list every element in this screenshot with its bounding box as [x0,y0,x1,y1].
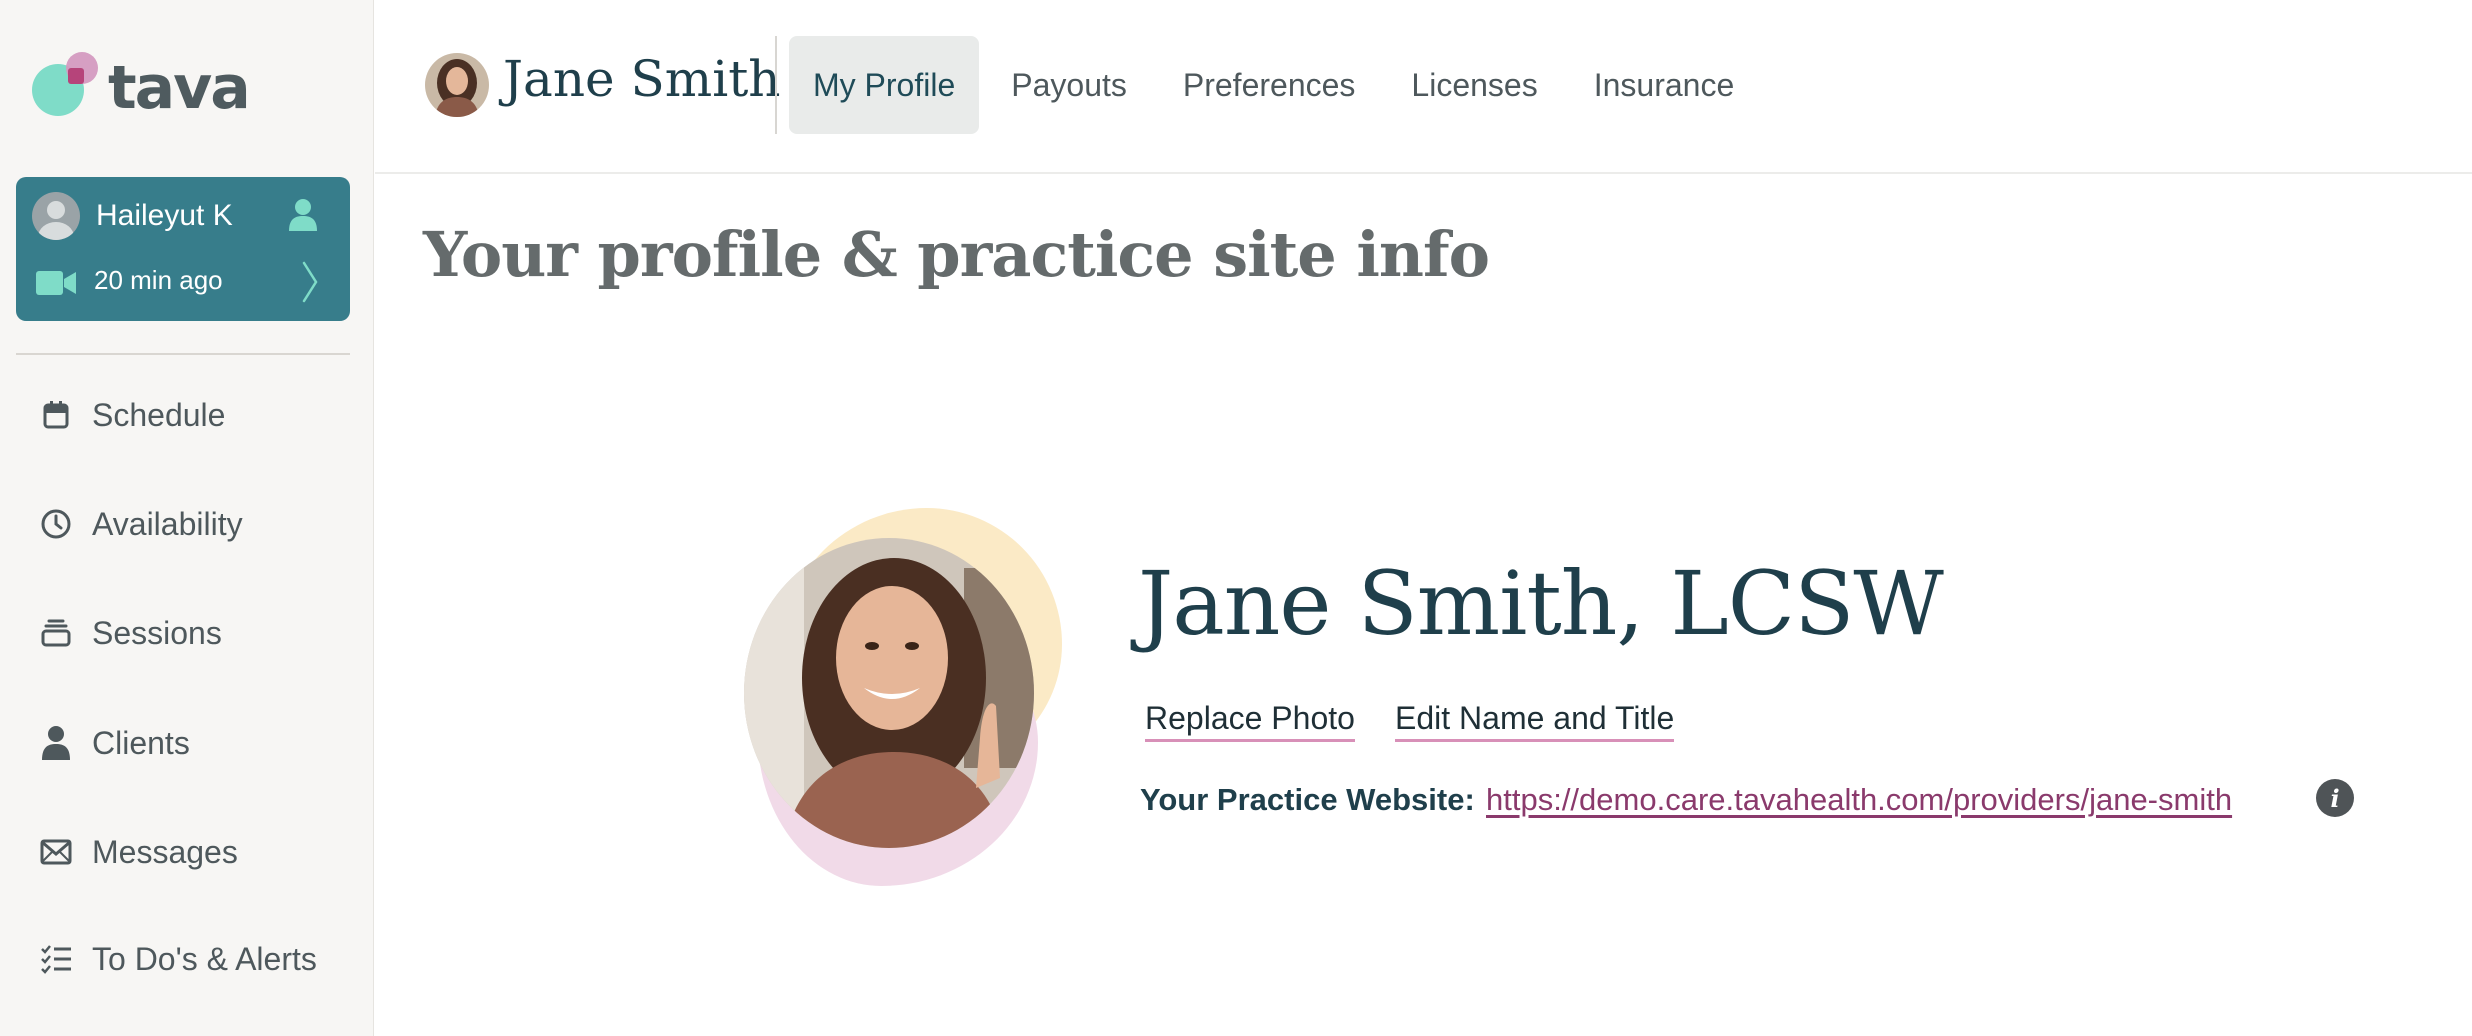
header-user-name: Jane Smith [503,50,781,108]
page-title: Your profile & practice site info [423,218,1490,291]
envelope-icon [38,834,74,870]
tab-licenses[interactable]: Licenses [1387,36,1561,134]
sidebar-item-todos-alerts[interactable]: To Do's & Alerts [38,929,317,989]
active-client-name: Haileyut K [96,199,233,232]
tab-insurance[interactable]: Insurance [1570,36,1759,134]
chevron-right-icon[interactable] [300,261,320,303]
tab-preferences[interactable]: Preferences [1159,36,1380,134]
header-divider [775,36,777,134]
sidebar-item-messages[interactable]: Messages [38,822,238,882]
sidebar-item-label: To Do's & Alerts [92,940,317,977]
calendar-icon [38,397,74,433]
sidebar-item-availability[interactable]: Availability [38,494,243,554]
practice-website-label: Your Practice Website: [1140,782,1475,817]
replace-photo-button[interactable]: Replace Photo [1145,700,1355,742]
tava-logo-mark-icon [30,50,102,122]
sidebar-item-clients[interactable]: Clients [38,713,190,773]
profile-photo [744,538,1034,848]
profile-tabs: My Profile Payouts Preferences Licenses … [789,36,1766,134]
edit-name-title-button[interactable]: Edit Name and Title [1395,700,1675,742]
profile-photo-area [720,500,1070,890]
sidebar-divider [16,353,350,355]
sidebar-item-schedule[interactable]: Schedule [38,385,225,445]
sidebar-item-label: Availability [92,505,243,542]
client-avatar [32,192,80,240]
checklist-icon [38,941,74,977]
person-icon[interactable] [286,197,320,233]
user-avatar[interactable] [425,53,489,117]
sidebar-item-label: Messages [92,833,238,870]
info-icon[interactable]: i [2316,779,2354,817]
stack-icon [38,615,74,651]
tab-payouts[interactable]: Payouts [987,36,1151,134]
session-time-ago: 20 min ago [94,265,223,295]
logo-text: tava [108,53,251,123]
practice-website-link[interactable]: https://demo.care.tavahealth.com/provide… [1486,782,2232,818]
sidebar-item-label: Clients [92,724,190,761]
sidebar-item-label: Sessions [92,614,222,651]
sidebar: tava Haileyut K 20 min ago Schedule Avai… [0,0,374,1036]
sidebar-item-label: Schedule [92,396,226,433]
active-session-card[interactable]: Haileyut K 20 min ago [16,177,350,321]
video-camera-icon [36,271,76,295]
tab-my-profile[interactable]: My Profile [789,36,980,134]
person-icon [38,725,74,761]
clock-icon [38,506,74,542]
sidebar-item-sessions[interactable]: Sessions [38,603,222,663]
top-bar: Jane Smith My Profile Payouts Preference… [375,0,2472,174]
provider-display-name: Jane Smith, LCSW [1138,552,1944,655]
tava-logo[interactable]: tava [30,50,251,123]
